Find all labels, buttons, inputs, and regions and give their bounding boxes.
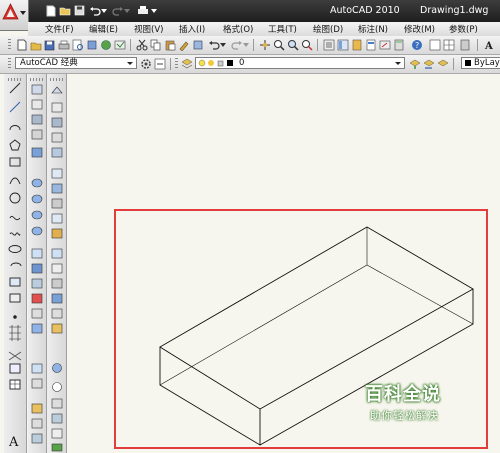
watermark-subtitle: 助你轻松解决: [370, 410, 439, 422]
watermark: 百科全说 助你轻松解决: [346, 378, 478, 430]
watermark-title: 百科全说: [365, 384, 441, 405]
